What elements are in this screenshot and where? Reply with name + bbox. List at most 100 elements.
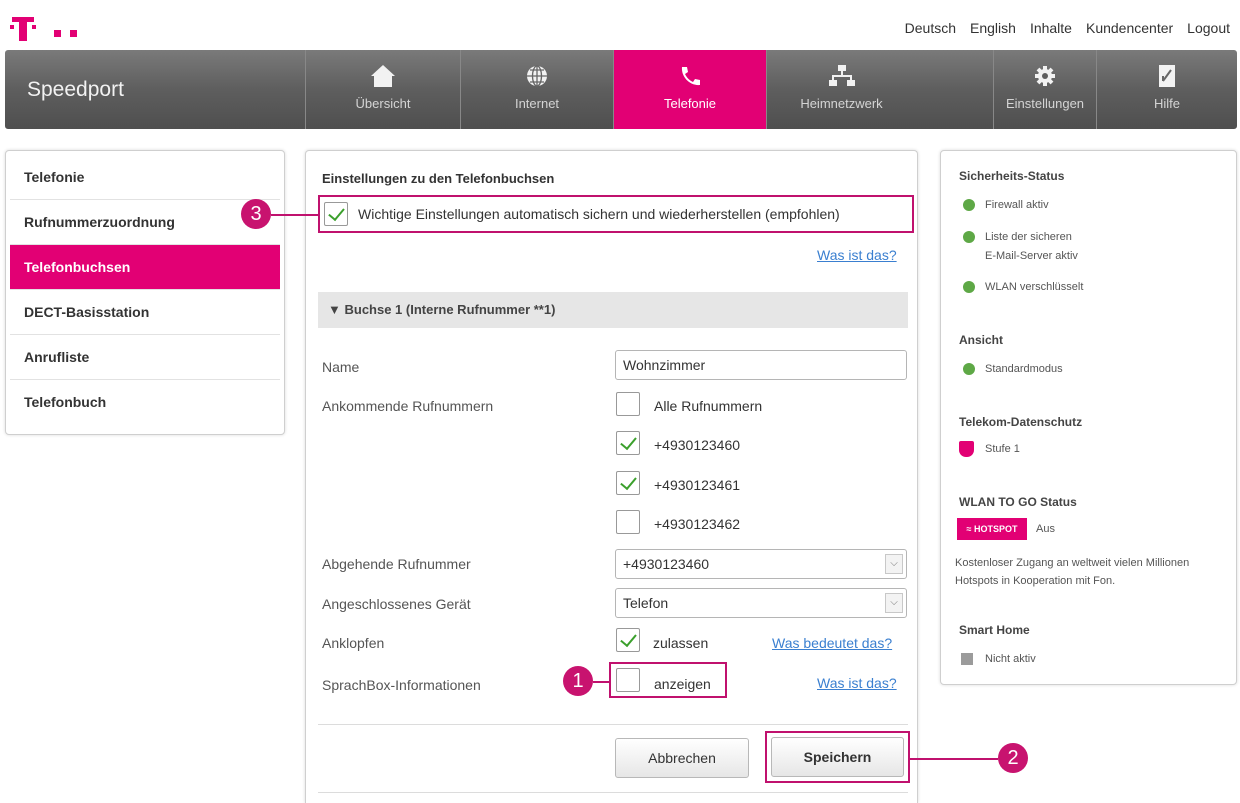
phone-icon	[614, 64, 766, 88]
nav-einstellungen[interactable]: Einstellungen	[993, 50, 1096, 129]
outgoing-value: +4930123460	[623, 556, 710, 572]
nav-label: Heimnetzwerk	[800, 96, 883, 111]
name-label: Name	[322, 359, 360, 375]
wifi-icon: ≈	[966, 524, 974, 534]
smarthome-state[interactable]: Nicht aktiv	[985, 649, 1036, 669]
incoming-option-label: +4930123462	[654, 516, 741, 532]
incoming-label: Ankommende Rufnummern	[322, 398, 494, 414]
link-logout[interactable]: Logout	[1187, 20, 1230, 36]
marker-1: 1	[563, 666, 593, 696]
status-ok-icon	[963, 363, 975, 375]
status-ok-icon	[963, 281, 975, 293]
anklopfen-option: zulassen	[653, 635, 709, 651]
name-input[interactable]: Wohnzimmer	[615, 350, 907, 380]
logo-dot	[54, 30, 61, 37]
help-icon	[1097, 64, 1237, 88]
chevron-down-icon: ⌵	[885, 593, 903, 613]
nav-label: Internet	[514, 96, 560, 111]
incoming-option-label: Alle Rufnummern	[654, 398, 763, 414]
incoming-number-checkbox[interactable]	[616, 471, 640, 495]
hotspot-badge-label: HOTSPOT	[973, 524, 1018, 534]
auto-save-checkbox[interactable]	[324, 202, 348, 226]
mail-status-line2: E-Mail-Server aktiv	[985, 250, 1078, 262]
nav-label: Hilfe	[1153, 96, 1180, 111]
accordion-label: Buchse 1 (Interne Rufnummer **1)	[344, 302, 556, 317]
link-inhalte[interactable]: Inhalte	[1030, 20, 1072, 36]
link-english[interactable]: English	[970, 20, 1016, 36]
sidebar-item-telefonbuch[interactable]: Telefonbuch	[10, 380, 280, 425]
sprachbox-option: anzeigen	[654, 676, 711, 692]
main-navbar: Speedport Übersicht Internet Telefonie H…	[5, 50, 1237, 129]
nav-label: Übersicht	[355, 96, 411, 111]
sprachbox-label: SprachBox-Informationen	[322, 677, 481, 693]
device-select[interactable]: Telefon ⌵	[615, 588, 907, 618]
device-label: Angeschlossenes Gerät	[322, 596, 471, 612]
incoming-all-checkbox[interactable]	[616, 392, 640, 416]
brand-name[interactable]: Speedport	[27, 78, 124, 102]
wlantogo-title: WLAN TO GO Status	[959, 495, 1077, 509]
network-icon	[767, 64, 916, 88]
sidebar-item-anrufliste[interactable]: Anrufliste	[10, 335, 280, 380]
hotspot-description: Kostenloser Zugang an weltweit vielen Mi…	[955, 557, 1190, 587]
incoming-number-checkbox[interactable]	[616, 510, 640, 534]
anklopfen-label: Anklopfen	[322, 635, 385, 651]
incoming-number-checkbox[interactable]	[616, 431, 640, 455]
triangle-down-icon: ▼	[328, 302, 345, 317]
nav-hilfe[interactable]: Hilfe	[1096, 50, 1237, 129]
incoming-option-label: +4930123461	[654, 477, 741, 493]
accordion-buchse-1[interactable]: ▼ Buchse 1 (Interne Rufnummer **1)	[318, 292, 908, 328]
logo-t-stem	[19, 17, 27, 41]
privacy-title: Telekom-Datenschutz	[959, 415, 1083, 429]
sidebar-item-rufnummerzuordnung[interactable]: Rufnummerzuordnung	[10, 200, 280, 245]
device-value: Telefon	[623, 595, 669, 611]
logo-t-left	[10, 25, 14, 29]
firewall-status: Firewall aktiv	[985, 199, 1049, 211]
nav-telefonie[interactable]: Telefonie	[613, 50, 766, 129]
privacy-level[interactable]: Stufe 1	[985, 439, 1020, 459]
outgoing-select[interactable]: +4930123460 ⌵	[615, 549, 907, 579]
sidebar-item-dect-basisstation[interactable]: DECT-Basisstation	[10, 290, 280, 335]
shield-icon	[959, 441, 974, 457]
nav-label: Telefonie	[663, 96, 717, 111]
link-kundencenter[interactable]: Kundencenter	[1086, 20, 1173, 36]
nav-uebersicht[interactable]: Übersicht	[305, 50, 460, 129]
marker-line	[593, 681, 609, 683]
outgoing-label: Abgehende Rufnummer	[322, 556, 471, 572]
section-title: Einstellungen zu den Telefonbuchsen	[322, 171, 555, 186]
nav-internet[interactable]: Internet	[460, 50, 613, 129]
incoming-option-label: +4930123460	[654, 437, 741, 453]
was-ist-das-link[interactable]: Was ist das?	[817, 247, 897, 263]
save-button[interactable]: Speichern	[771, 737, 904, 777]
link-deutsch[interactable]: Deutsch	[905, 20, 956, 36]
was-ist-das-link[interactable]: Was ist das?	[817, 675, 897, 691]
cancel-button[interactable]: Abbrechen	[615, 738, 749, 778]
nav-heimnetzwerk[interactable]: Heimnetzwerk	[766, 50, 916, 129]
smarthome-title: Smart Home	[959, 623, 1030, 637]
top-links: Deutsch English Inhalte Kundencenter Log…	[905, 20, 1230, 36]
logo-t-right	[32, 25, 36, 29]
marker-2: 2	[998, 743, 1028, 773]
marker-line	[271, 214, 318, 216]
anklopfen-checkbox[interactable]	[616, 628, 640, 652]
view-title: Ansicht	[959, 333, 1004, 347]
sprachbox-checkbox[interactable]	[616, 668, 640, 692]
telekom-logo[interactable]	[10, 14, 90, 44]
sidebar-item-telefonbuchsen[interactable]: Telefonbuchsen	[10, 245, 280, 290]
smarthome-icon	[961, 653, 973, 665]
status-ok-icon	[963, 231, 975, 243]
marker-line	[910, 758, 998, 760]
auto-save-label: Wichtige Einstellungen automatisch siche…	[358, 206, 840, 222]
hotspot-badge[interactable]: ≈ HOTSPOT	[957, 518, 1027, 540]
mail-status-line1: Liste der sicheren	[985, 231, 1072, 243]
sidebar: Telefonie Rufnummerzuordnung Telefonbuch…	[5, 150, 285, 435]
view-mode[interactable]: Standardmodus	[985, 359, 1063, 379]
logo-dot	[70, 30, 77, 37]
home-icon	[306, 64, 460, 88]
wlan-status: WLAN verschlüsselt	[985, 281, 1084, 293]
sidebar-item-telefonie[interactable]: Telefonie	[10, 155, 280, 200]
divider	[318, 792, 908, 793]
was-bedeutet-das-link[interactable]: Was bedeutet das?	[772, 635, 892, 651]
gear-icon	[994, 64, 1096, 88]
status-ok-icon	[963, 199, 975, 211]
divider	[318, 724, 908, 725]
